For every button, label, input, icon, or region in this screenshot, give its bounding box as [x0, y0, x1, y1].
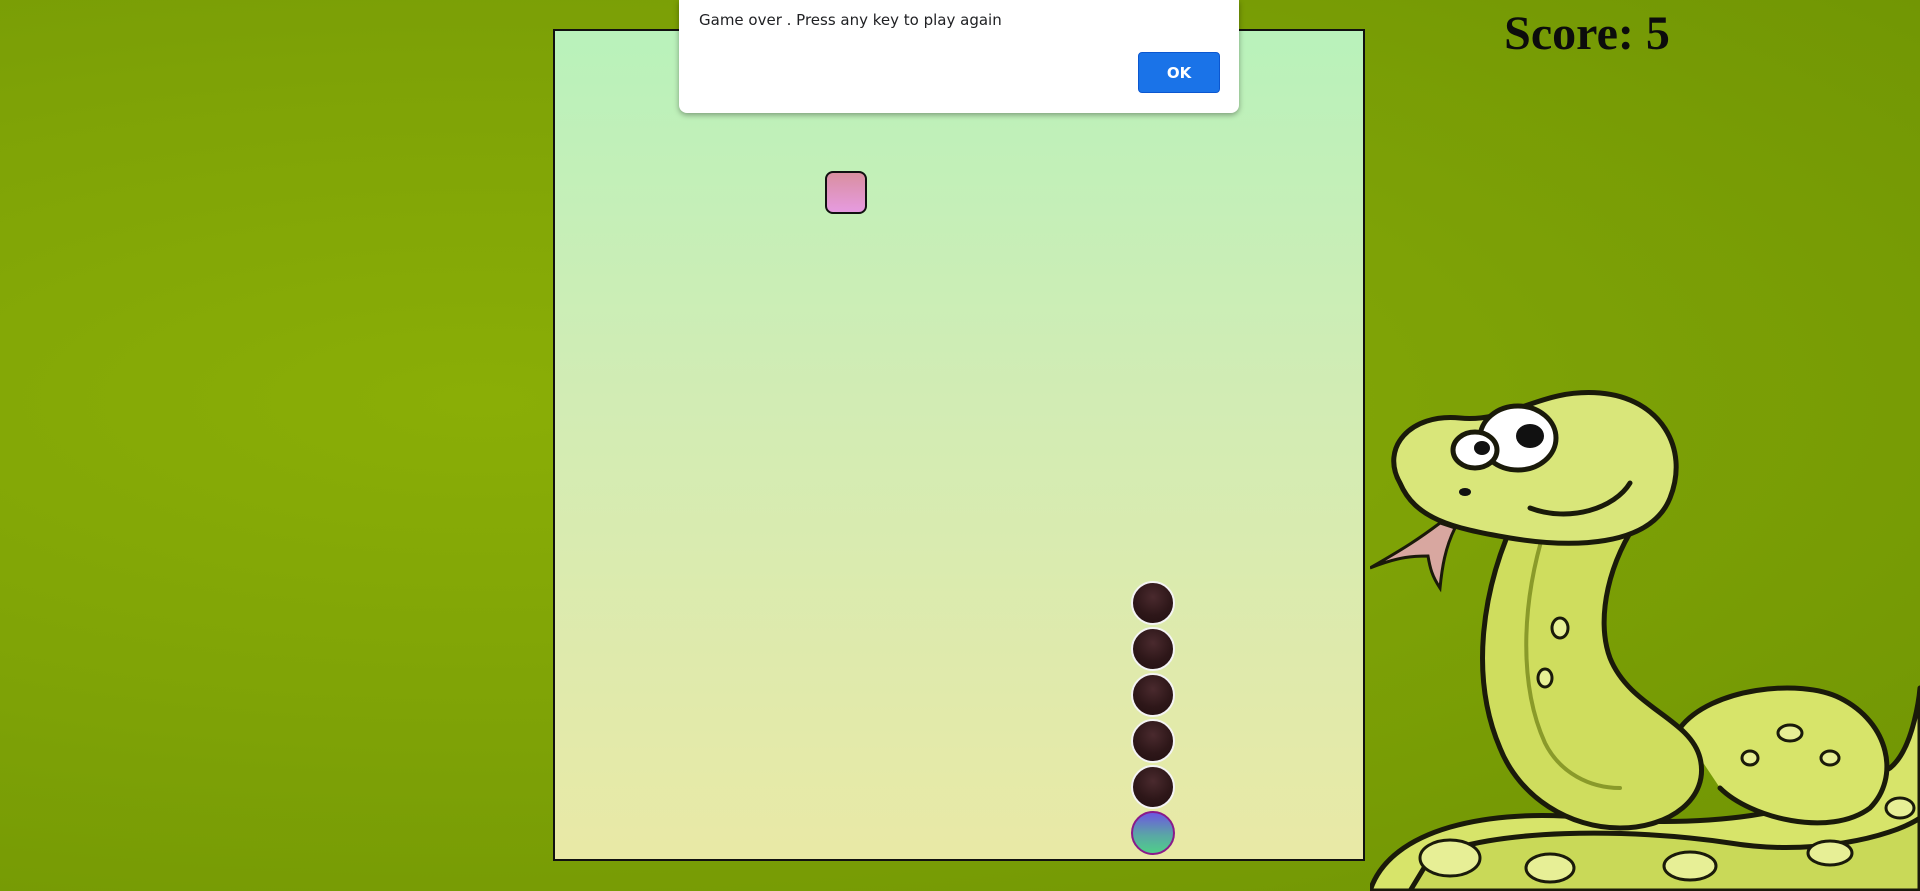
snake-body-segment — [1131, 673, 1175, 717]
ok-button[interactable]: OK — [1138, 52, 1220, 93]
snake-body-segment — [1131, 627, 1175, 671]
snake-body-segment — [1131, 581, 1175, 625]
snake-head — [1131, 811, 1175, 855]
food-item — [825, 171, 867, 214]
dialog-message: Game over . Press any key to play again — [699, 11, 1002, 29]
score-value: 5 — [1645, 7, 1670, 60]
game-board[interactable] — [553, 29, 1365, 861]
snake-body-segment — [1131, 719, 1175, 763]
score-display: Score: 5 — [1472, 4, 1702, 64]
score-label: Score: — [1504, 7, 1634, 60]
game-over-dialog: Game over . Press any key to play again … — [679, 0, 1239, 113]
cartoon-snake-icon — [1370, 390, 1920, 891]
snake-body-segment — [1131, 765, 1175, 809]
